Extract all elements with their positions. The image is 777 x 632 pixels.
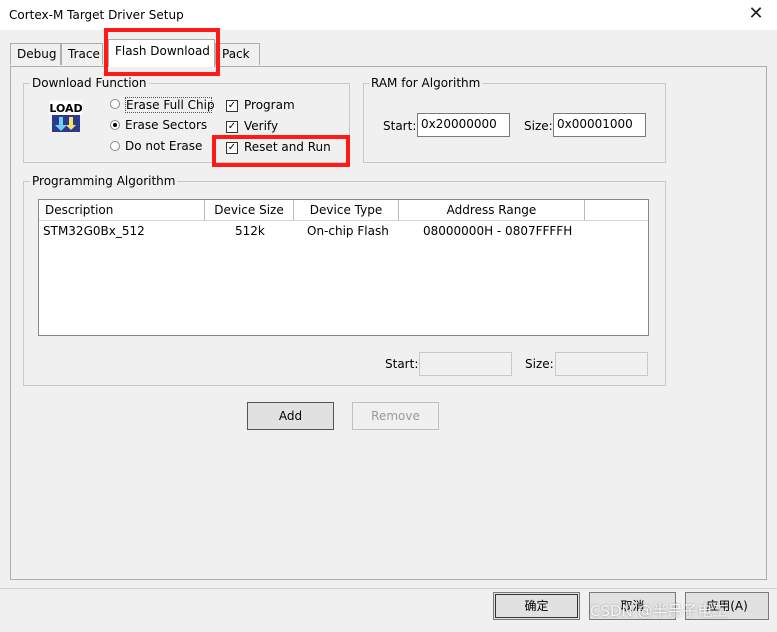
column-header-filler — [585, 200, 648, 221]
ram-start-label: Start: — [383, 119, 417, 133]
ram-for-algorithm-label: RAM for Algorithm — [369, 76, 483, 90]
footer-separator — [0, 588, 777, 589]
add-button[interactable]: Add — [247, 402, 334, 430]
remove-button[interactable]: Remove — [352, 402, 439, 430]
tab-flash-download[interactable]: Flash Download — [108, 39, 215, 67]
column-header-device-type[interactable]: Device Type — [294, 200, 399, 221]
ram-size-input[interactable]: 0x00001000 — [553, 113, 646, 137]
close-icon[interactable]: ✕ — [746, 3, 766, 24]
do-not-erase-label[interactable]: Do not Erase — [125, 139, 202, 153]
algo-size-input[interactable] — [555, 352, 648, 376]
erase-full-chip-label[interactable]: Erase Full Chip — [125, 97, 215, 113]
watermark: CSDN @半吊子电工 — [590, 602, 728, 620]
column-header-description[interactable]: Description — [39, 200, 205, 221]
reset-and-run-checkbox[interactable]: ✓ — [226, 142, 238, 154]
reset-and-run-label[interactable]: Reset and Run — [244, 140, 331, 154]
window-title: Cortex-M Target Driver Setup — [9, 8, 184, 22]
tab-pack[interactable]: Pack — [215, 43, 260, 65]
ram-size-label: Size: — [524, 119, 553, 133]
svg-text:LOAD: LOAD — [49, 102, 82, 115]
row-description: STM32G0Bx_512 — [43, 224, 145, 238]
do-not-erase-radio[interactable] — [110, 141, 120, 151]
download-function-label: Download Function — [30, 76, 149, 90]
row-address-range: 08000000H - 0807FFFFH — [423, 224, 573, 238]
verify-label[interactable]: Verify — [244, 119, 278, 133]
row-device-type: On-chip Flash — [307, 224, 389, 238]
algo-start-label: Start: — [385, 357, 419, 371]
erase-full-chip-radio[interactable] — [110, 99, 120, 109]
algorithm-list[interactable]: Description Device Size Device Type Addr… — [38, 199, 649, 336]
erase-sectors-label[interactable]: Erase Sectors — [125, 118, 207, 132]
erase-sectors-radio[interactable] — [110, 120, 120, 130]
programming-algorithm-label: Programming Algorithm — [30, 174, 178, 188]
program-label[interactable]: Program — [244, 98, 295, 112]
load-icon: LOAD — [49, 100, 83, 132]
ram-start-input[interactable]: 0x20000000 — [417, 113, 510, 137]
tab-debug[interactable]: Debug — [10, 43, 61, 65]
verify-checkbox[interactable]: ✓ — [226, 121, 238, 133]
column-header-address-range[interactable]: Address Range — [399, 200, 585, 221]
algo-start-input[interactable] — [419, 352, 512, 376]
algo-size-label: Size: — [525, 357, 554, 371]
program-checkbox[interactable]: ✓ — [226, 100, 238, 112]
ok-button[interactable]: 确定 — [493, 592, 580, 620]
column-header-device-size[interactable]: Device Size — [205, 200, 294, 221]
row-device-size: 512k — [235, 224, 265, 238]
tab-trace[interactable]: Trace — [61, 43, 103, 65]
